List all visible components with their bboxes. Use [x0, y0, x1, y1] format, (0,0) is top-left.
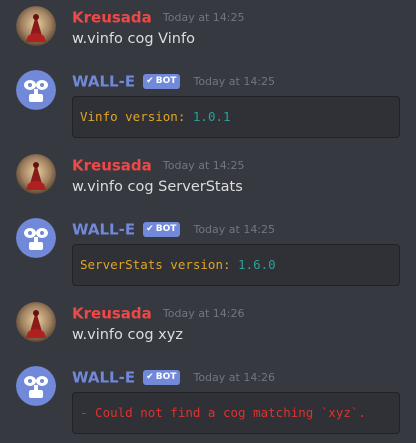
- code-value: 1.6.0: [238, 257, 276, 272]
- bot-tag-label: BOT: [155, 224, 177, 234]
- user-avatar-icon[interactable]: [16, 302, 56, 342]
- username[interactable]: Kreusada: [72, 305, 152, 323]
- timestamp: Today at 14:25: [162, 159, 245, 172]
- timestamp: Today at 14:25: [162, 11, 245, 24]
- code-key: Vinfo version:: [80, 109, 193, 124]
- bot-tag-label: BOT: [155, 76, 177, 86]
- username[interactable]: WALL-E: [72, 369, 135, 387]
- bot-tag-label: BOT: [155, 372, 177, 382]
- check-icon: ✔: [146, 76, 154, 86]
- username[interactable]: Kreusada: [72, 9, 152, 27]
- bot-tag: ✔ BOT: [143, 74, 181, 89]
- timestamp: Today at 14:26: [193, 371, 276, 384]
- chat-messages: Kreusada Today at 14:25 w.vinfo cog Vinf…: [0, 0, 416, 443]
- timestamp: Today at 14:25: [193, 223, 276, 236]
- robot-icon[interactable]: [16, 70, 56, 110]
- code-block: - Could not find a cog matching `xyz`.: [72, 392, 400, 434]
- code-block: Vinfo version: 1.0.1: [72, 96, 400, 138]
- check-icon: ✔: [146, 372, 154, 382]
- code-key: ServerStats version:: [80, 257, 239, 272]
- bot-tag: ✔ BOT: [143, 370, 181, 385]
- bot-tag: ✔ BOT: [143, 222, 181, 237]
- username[interactable]: WALL-E: [72, 221, 135, 239]
- timestamp: Today at 14:26: [162, 307, 245, 320]
- robot-icon[interactable]: [16, 218, 56, 258]
- user-avatar-icon[interactable]: [16, 6, 56, 46]
- message-text: w.vinfo cog ServerStats: [72, 179, 243, 195]
- robot-icon[interactable]: [16, 366, 56, 406]
- message-text: w.vinfo cog Vinfo: [72, 31, 195, 47]
- code-value: 1.0.1: [192, 109, 231, 124]
- username[interactable]: Kreusada: [72, 157, 152, 175]
- check-icon: ✔: [146, 224, 154, 234]
- message-text: w.vinfo cog xyz: [72, 327, 183, 343]
- username[interactable]: WALL-E: [72, 73, 135, 91]
- code-error: - Could not find a cog matching `xyz`.: [80, 405, 366, 420]
- timestamp: Today at 14:25: [193, 75, 276, 88]
- user-avatar-icon[interactable]: [16, 154, 56, 194]
- code-block: ServerStats version: 1.6.0: [72, 244, 400, 286]
